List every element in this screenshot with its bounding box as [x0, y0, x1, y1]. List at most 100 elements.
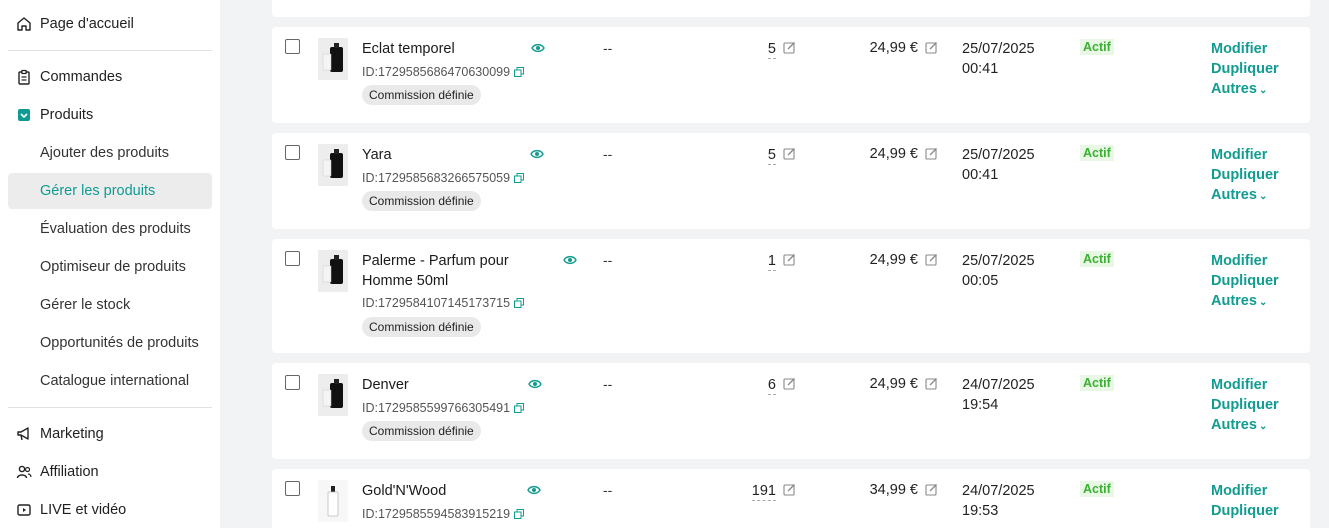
column-placeholder: --	[603, 252, 613, 268]
more-dropdown[interactable]: Autres ⌄	[1211, 79, 1267, 101]
edit-link[interactable]: Modifier	[1211, 39, 1267, 59]
nav-marketing[interactable]: Marketing	[0, 416, 220, 452]
copy-icon[interactable]	[514, 403, 525, 413]
product-name[interactable]: Denver	[362, 375, 409, 395]
commission-badge: Commission définie	[362, 317, 481, 337]
more-dropdown[interactable]: Autres ⌄	[1211, 415, 1267, 437]
date-text: 24/07/2025	[962, 483, 1035, 499]
product-id-text: ID:1729585599766305491	[362, 401, 511, 415]
sidebar: Page d'accueil Commandes Produits Ajoute…	[0, 0, 220, 528]
product-thumbnail	[318, 38, 348, 80]
column-placeholder: --	[603, 40, 613, 56]
price-value: 24,99 €	[869, 146, 918, 162]
users-icon	[16, 465, 32, 479]
time-text: 00:41	[962, 167, 999, 183]
status-badge: Actif	[1080, 375, 1114, 391]
duplicate-link[interactable]: Dupliquer	[1211, 501, 1279, 521]
copy-icon[interactable]	[514, 173, 525, 183]
status-badge: Actif	[1080, 251, 1114, 267]
nav-orders[interactable]: Commandes	[0, 59, 220, 95]
product-thumbnail	[318, 480, 348, 522]
row-checkbox[interactable]	[285, 145, 300, 160]
row-checkbox[interactable]	[285, 39, 300, 54]
more-label: Autres	[1211, 417, 1257, 433]
product-id: ID:1729585683266575059	[362, 171, 525, 185]
product-thumbnail	[318, 374, 348, 416]
stock-value[interactable]: 191	[751, 482, 776, 501]
edit-link[interactable]: Modifier	[1211, 145, 1267, 165]
stock-value[interactable]: 5	[767, 40, 776, 59]
row-checkbox[interactable]	[285, 481, 300, 496]
product-row: Gold'N'Wood ID:1729585594583915219 -- 19…	[272, 469, 1310, 528]
video-icon	[17, 504, 31, 516]
nav-products[interactable]: Produits	[0, 97, 220, 133]
clipboard-icon	[18, 69, 30, 85]
edit-icon[interactable]	[783, 41, 796, 54]
duplicate-link[interactable]: Dupliquer	[1211, 271, 1279, 291]
eye-icon[interactable]	[531, 41, 545, 55]
product-thumbnail	[318, 144, 348, 186]
duplicate-link[interactable]: Dupliquer	[1211, 395, 1279, 415]
nav-manage-products[interactable]: Gérer les produits	[8, 173, 212, 209]
edit-icon[interactable]	[783, 377, 796, 390]
updated-date: 25/07/2025 00:41	[962, 39, 1035, 79]
eye-icon[interactable]	[527, 483, 541, 497]
nav-manage-products-label: Gérer les produits	[40, 183, 156, 199]
edit-icon[interactable]	[783, 253, 796, 266]
edit-icon[interactable]	[783, 483, 796, 496]
edit-link[interactable]: Modifier	[1211, 251, 1267, 271]
copy-icon[interactable]	[514, 67, 525, 77]
edit-icon[interactable]	[925, 253, 938, 266]
eye-icon[interactable]	[563, 253, 577, 267]
product-name[interactable]: Palerme - Parfum pour Homme 50ml	[362, 251, 509, 291]
edit-icon[interactable]	[925, 483, 938, 496]
nav-product-reviews[interactable]: Évaluation des produits	[8, 211, 212, 247]
product-name[interactable]: Yara	[362, 145, 392, 165]
duplicate-link[interactable]: Dupliquer	[1211, 165, 1279, 185]
updated-date: 25/07/2025 00:05	[962, 251, 1035, 291]
nav-product-opportunities[interactable]: Opportunités de produits	[8, 325, 212, 361]
chevron-down-icon: ⌄	[1258, 297, 1268, 308]
copy-icon[interactable]	[514, 298, 525, 308]
nav-manage-stock[interactable]: Gérer le stock	[8, 287, 212, 323]
edit-icon[interactable]	[925, 377, 938, 390]
eye-icon[interactable]	[530, 147, 544, 161]
nav-product-optimizer[interactable]: Optimiseur de produits	[8, 249, 212, 285]
row-checkbox[interactable]	[285, 251, 300, 266]
chevron-down-icon: ⌄	[1258, 85, 1268, 96]
stock-value[interactable]: 5	[767, 146, 776, 165]
date-text: 25/07/2025	[962, 41, 1035, 57]
edit-link[interactable]: Modifier	[1211, 481, 1267, 501]
nav-international-catalog[interactable]: Catalogue international	[8, 363, 212, 399]
product-name[interactable]: Eclat temporel	[362, 39, 455, 59]
nav-home[interactable]: Page d'accueil	[0, 6, 220, 42]
divider	[8, 407, 212, 408]
product-name-line: Homme 50ml	[362, 273, 449, 289]
more-dropdown[interactable]: Autres ⌄	[1211, 291, 1267, 313]
home-icon	[17, 17, 31, 31]
duplicate-link[interactable]: Dupliquer	[1211, 59, 1279, 79]
nav-add-products-label: Ajouter des produits	[40, 145, 169, 161]
edit-icon[interactable]	[783, 147, 796, 160]
nav-home-label: Page d'accueil	[40, 16, 134, 32]
nav-manage-stock-label: Gérer le stock	[40, 297, 131, 313]
product-name[interactable]: Gold'N'Wood	[362, 481, 446, 501]
product-row: Palerme - Parfum pour Homme 50ml ID:17295…	[272, 239, 1310, 353]
edit-link[interactable]: Modifier	[1211, 375, 1267, 395]
nav-live-video[interactable]: LIVE et vidéo	[0, 492, 220, 528]
more-dropdown[interactable]: Autres ⌄	[1211, 185, 1267, 207]
nav-affiliate-label: Affiliation	[40, 464, 99, 480]
edit-icon[interactable]	[925, 147, 938, 160]
stock-value[interactable]: 1	[767, 252, 776, 271]
commission-badge: Commission définie	[362, 421, 481, 441]
nav-add-products[interactable]: Ajouter des produits	[8, 135, 212, 171]
nav-affiliate[interactable]: Affiliation	[0, 454, 220, 490]
product-row: Yara ID:1729585683266575059 Commission d…	[272, 133, 1310, 229]
product-thumbnail	[318, 250, 348, 292]
row-checkbox[interactable]	[285, 375, 300, 390]
nav-international-catalog-label: Catalogue international	[40, 373, 190, 389]
edit-icon[interactable]	[925, 41, 938, 54]
copy-icon[interactable]	[514, 509, 525, 519]
eye-icon[interactable]	[528, 377, 542, 391]
stock-value[interactable]: 6	[767, 376, 776, 395]
